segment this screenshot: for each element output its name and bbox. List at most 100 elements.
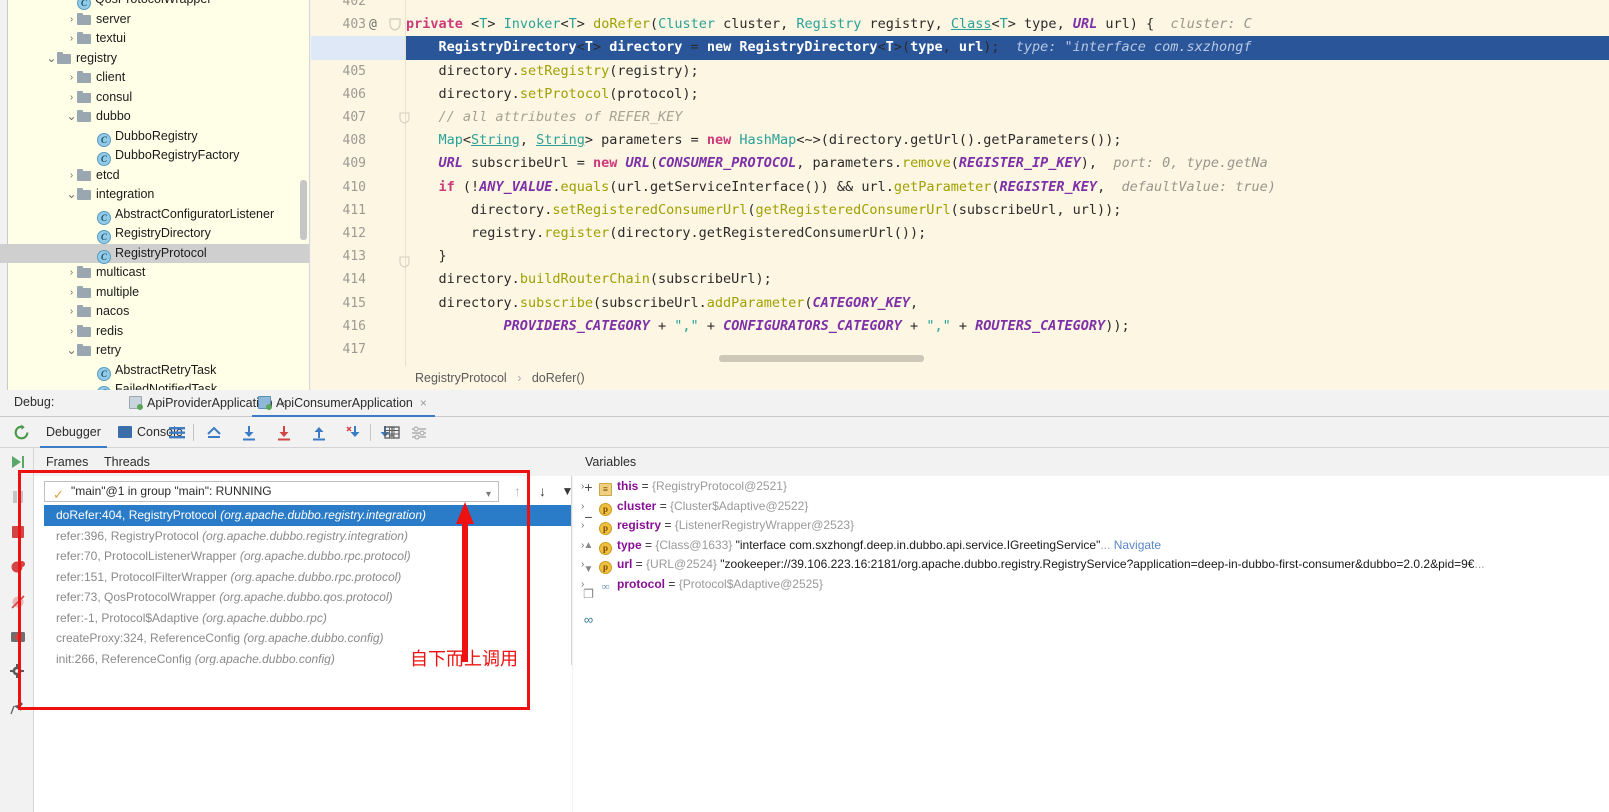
chevron-right-icon[interactable]: › [66,322,77,342]
chevron-down-icon[interactable]: ⌄ [66,185,77,205]
breadcrumb[interactable]: RegistryProtocol › doRefer() [311,366,1609,390]
settings-icon[interactable] [9,663,27,681]
code-line[interactable]: directory.setRegistry(registry); [406,60,699,83]
navigate-link[interactable]: Navigate [1110,538,1161,552]
variable-row[interactable]: › p registry = {ListenerRegistryWrapper@25… [573,516,1609,536]
step-into-icon[interactable] [275,424,293,441]
chevron-right-icon[interactable]: › [66,29,77,49]
frame-row[interactable]: refer:73, QosProtocolWrapper (org.apache… [44,587,571,608]
code-line[interactable]: URL subscribeUrl = new URL(CONSUMER_PROT… [406,152,1268,175]
project-tree-item-abstractretrytask[interactable]: C AbstractRetryTask [0,361,309,381]
chevron-down-icon[interactable]: ▾ [486,485,491,501]
view-breakpoints-icon[interactable] [9,558,27,576]
code-line[interactable]: directory.buildRouterChain(subscribeUrl)… [406,268,772,291]
project-tree-item-failednotifiedtask[interactable]: CFailedNotifiedTask [0,380,309,390]
frames-down-button[interactable]: ↓ [532,481,553,502]
project-tree-item-qosprotocolwrapper[interactable]: CQosProtocolWrapper [0,0,309,11]
code-line[interactable]: Map<String, String> parameters = new Has… [406,129,1122,152]
code-line[interactable]: if (!ANY_VALUE.equals(url.getServiceInte… [406,176,1276,199]
copy-value-button[interactable]: ❐ [580,586,597,603]
variable-row[interactable]: › ∞ protocol = {Protocol$Adaptive@2525} [573,575,1609,595]
code-editor[interactable]: 4024034044054064074084094104114124134144… [311,0,1609,390]
variable-row[interactable]: › p type = {Class@1633} "interface com.sxz… [573,536,1609,556]
project-tree-item-multiple[interactable]: › multiple [0,283,309,303]
mute-breakpoints-icon[interactable] [9,593,27,611]
project-tree-item-abstractconfiguratorlistener[interactable]: C AbstractConfiguratorListener [0,205,309,225]
run-tab-api-consumer-application[interactable]: ApiConsumerApplication × [252,390,435,417]
frame-row[interactable]: refer:151, ProtocolFilterWrapper (org.ap… [44,567,571,588]
code-line[interactable]: registry.register(directory.getRegistere… [406,222,926,245]
remove-watch-button[interactable]: − [580,509,597,526]
add-watch-button[interactable]: + [580,479,597,496]
chevron-down-icon[interactable]: ⌄ [66,341,77,361]
project-tree-scrollbar[interactable] [300,180,307,240]
code-line[interactable]: private <T> Invoker<T> doRefer(Cluster c… [406,13,1252,36]
layout-settings-icon[interactable] [168,424,186,441]
pin-tab-icon[interactable] [9,698,27,716]
project-tree-item-etcd[interactable]: › etcd [0,166,309,186]
override-method-icon[interactable] [389,18,401,31]
stop-icon[interactable] [9,523,27,541]
chevron-right-icon[interactable]: › [66,68,77,88]
code-fold-icon[interactable] [399,112,410,124]
project-tree-item-redis[interactable]: › redis [0,322,309,342]
code-line[interactable]: RegistryDirectory<T> directory = new Reg… [406,36,1252,59]
breadcrumb-class[interactable]: RegistryProtocol [415,371,507,385]
variable-row[interactable]: › p url = {URL@2524} "zookeeper://39.106.2… [573,555,1609,575]
settings-icon[interactable] [410,424,428,441]
close-icon[interactable]: × [420,396,427,410]
chevron-right-icon[interactable]: › [66,10,77,30]
watch-up-button[interactable]: ▲ [580,537,597,554]
code-line[interactable]: PROVIDERS_CATEGORY + "," + CONFIGURATORS… [406,315,1130,338]
tab-debugger[interactable]: Debugger [40,417,107,448]
project-tree-item-client[interactable]: › client [0,68,309,88]
project-tree-item-server[interactable]: › server [0,10,309,30]
chevron-right-icon[interactable]: › [66,263,77,283]
code-content[interactable]: private <T> Invoker<T> doRefer(Cluster c… [406,0,1609,390]
rerun-icon[interactable] [13,424,30,441]
tab-threads[interactable]: Threads [104,448,150,476]
project-tree-panel[interactable]: CQosProtocolWrapper›server›textui⌄regist… [0,0,310,390]
code-line[interactable]: directory.setProtocol(protocol); [406,83,699,106]
project-tree-item-consul[interactable]: › consul [0,88,309,108]
variables-list[interactable]: › ≡ this = {RegistryProtocol@2521} › p cluste… [573,477,1609,812]
project-tree-item-multicast[interactable]: › multicast [0,263,309,283]
project-tree-rows[interactable]: CQosProtocolWrapper›server›textui⌄regist… [0,0,309,390]
inspect-button[interactable]: ∞ [580,611,597,628]
frame-row[interactable]: refer:-1, Protocol$Adaptive (org.apache.… [44,608,571,629]
annotation-gutter-icon[interactable]: @ [369,13,377,36]
frame-row[interactable]: refer:396, RegistryProtocol (org.apache.… [44,526,571,547]
chevron-down-icon[interactable]: ⌄ [46,49,57,69]
get-thread-dump-icon[interactable] [9,628,27,646]
frame-row[interactable]: doRefer:404, RegistryProtocol (org.apach… [44,505,571,526]
step-out-icon[interactable] [310,424,328,441]
project-tree-item-dubboregistryfactory[interactable]: C DubboRegistryFactory [0,146,309,167]
project-tree-item-dubboregistry[interactable]: C DubboRegistry [0,127,309,147]
chevron-right-icon[interactable]: › [66,166,77,186]
project-tree-item-registry[interactable]: ⌄ registry [0,49,309,69]
chevron-right-icon[interactable]: › [66,88,77,108]
code-line[interactable]: } [406,245,447,268]
watch-down-button[interactable]: ▼ [580,561,597,578]
project-tree-item-textui[interactable]: › textui [0,29,309,49]
evaluate-expression-icon[interactable] [383,424,401,441]
project-tree-item-registrydirectory[interactable]: C RegistryDirectory [0,224,309,245]
pause-program-icon[interactable] [9,488,27,506]
resume-program-icon[interactable] [9,453,27,471]
variable-row[interactable]: › ≡ this = {RegistryProtocol@2521} [573,477,1609,497]
show-execution-point-icon[interactable] [205,424,223,441]
code-line[interactable]: // all attributes of REFER_KEY [406,106,683,129]
code-fold-icon[interactable] [399,256,410,268]
project-tree-item-nacos[interactable]: › nacos [0,302,309,322]
step-over-icon[interactable] [240,424,258,441]
breadcrumb-method[interactable]: doRefer() [532,371,585,385]
frames-up-button[interactable]: ↑ [507,481,528,502]
code-line[interactable]: directory.subscribe(subscribeUrl.addPara… [406,292,919,315]
project-tree-item-dubbo[interactable]: ⌄ dubbo [0,107,309,127]
chevron-right-icon[interactable]: › [66,302,77,322]
tab-frames[interactable]: Frames [46,448,88,476]
frame-row[interactable]: refer:70, ProtocolListenerWrapper (org.a… [44,546,571,567]
project-tree-item-registryprotocol[interactable]: C RegistryProtocol [0,243,309,264]
project-tree-item-integration[interactable]: ⌄ integration [0,185,309,205]
project-tree-item-retry[interactable]: ⌄ retry [0,341,309,361]
